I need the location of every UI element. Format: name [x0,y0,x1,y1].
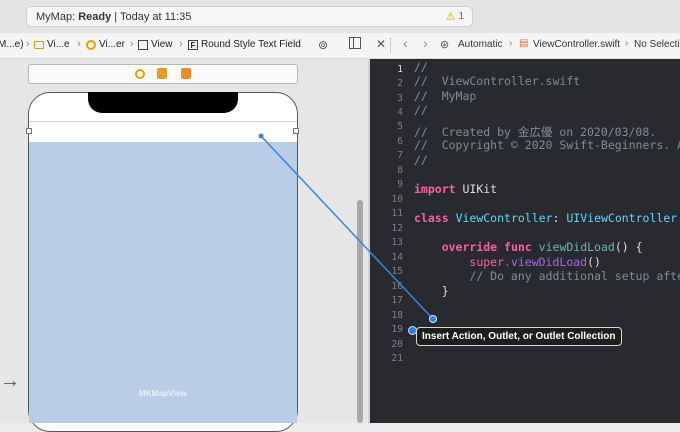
connection-origin [258,133,264,139]
insert-outlet-tooltip: Insert Action, Outlet, or Outlet Collect… [416,327,622,346]
connection-line [260,135,434,320]
connection-drag-line [258,133,437,323]
connection-endpoint [429,315,437,323]
